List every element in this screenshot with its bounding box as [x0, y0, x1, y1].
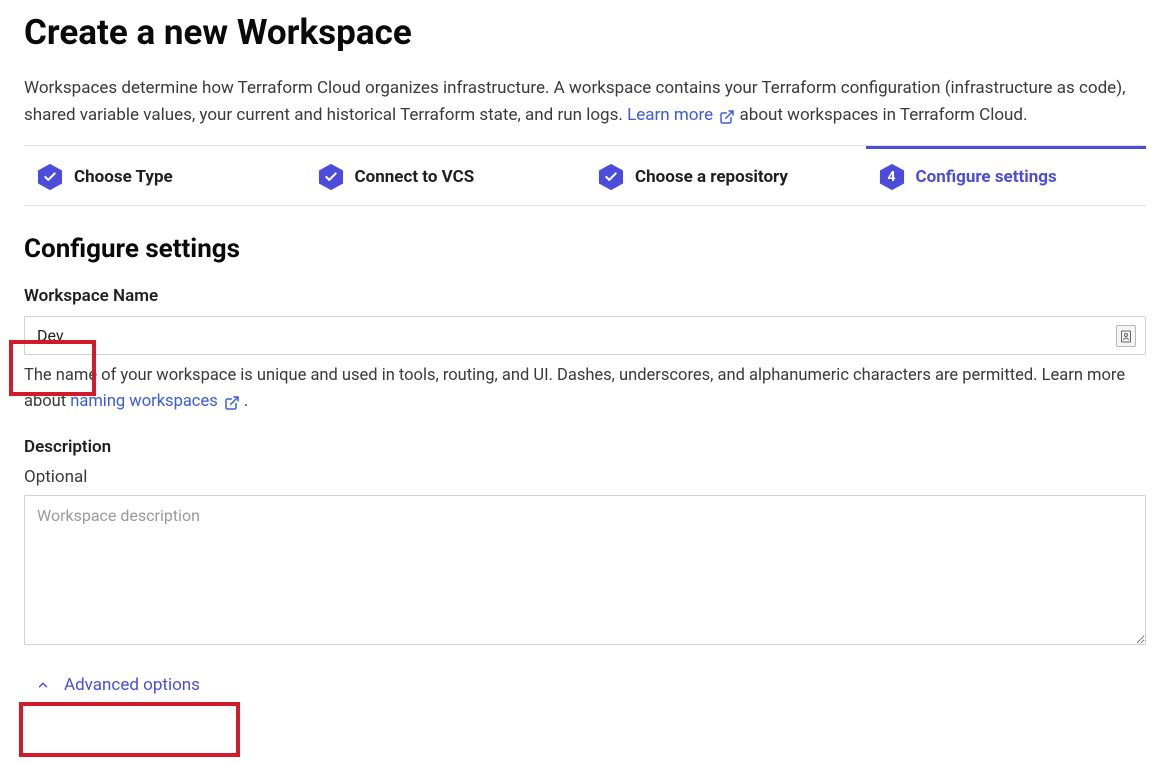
workspace-name-help: The name of your workspace is unique and…: [24, 363, 1146, 414]
external-link-icon: [224, 395, 240, 411]
workspace-name-field: Workspace Name The name of your workspac…: [24, 286, 1146, 414]
chevron-up-icon: [36, 678, 50, 692]
check-icon: [597, 163, 625, 191]
step-label: Choose a repository: [635, 167, 788, 187]
naming-workspaces-link[interactable]: naming workspaces: [70, 392, 244, 411]
step-connect-vcs[interactable]: Connect to VCS: [305, 146, 586, 205]
section-heading: Configure settings: [24, 234, 1146, 264]
intro-after: about workspaces in Terraform Cloud.: [740, 105, 1028, 125]
learn-more-text: Learn more: [627, 105, 713, 125]
help-after: .: [244, 392, 248, 411]
step-label: Configure settings: [916, 167, 1057, 187]
learn-more-link[interactable]: Learn more: [627, 105, 739, 125]
description-optional: Optional: [24, 467, 1146, 487]
step-choose-type[interactable]: Choose Type: [24, 146, 305, 205]
wizard-steps: Choose Type Connect to VCS Choose a repo…: [24, 145, 1146, 206]
step-configure-settings[interactable]: 4 Configure settings: [866, 146, 1147, 205]
external-link-icon: [719, 109, 735, 125]
step-label: Choose Type: [74, 167, 173, 187]
description-label: Description: [24, 437, 1146, 457]
page-title: Create a new Workspace: [24, 12, 1146, 53]
naming-link-text: naming workspaces: [70, 392, 217, 411]
annotation-highlight: [19, 702, 240, 757]
advanced-options-toggle[interactable]: Advanced options: [24, 667, 220, 703]
workspace-name-label: Workspace Name: [24, 286, 1146, 306]
step-label: Connect to VCS: [355, 167, 475, 187]
check-icon: [36, 163, 64, 191]
description-textarea[interactable]: [24, 495, 1146, 645]
step-choose-repository[interactable]: Choose a repository: [585, 146, 866, 205]
contact-card-icon[interactable]: [1116, 325, 1136, 347]
intro-text: Workspaces determine how Terraform Cloud…: [24, 75, 1146, 129]
step-number-icon: 4: [878, 163, 906, 191]
check-icon: [317, 163, 345, 191]
workspace-name-input[interactable]: [24, 316, 1146, 355]
step-number: 4: [878, 163, 906, 191]
advanced-options-label: Advanced options: [64, 675, 200, 695]
description-field: Description Optional: [24, 437, 1146, 649]
